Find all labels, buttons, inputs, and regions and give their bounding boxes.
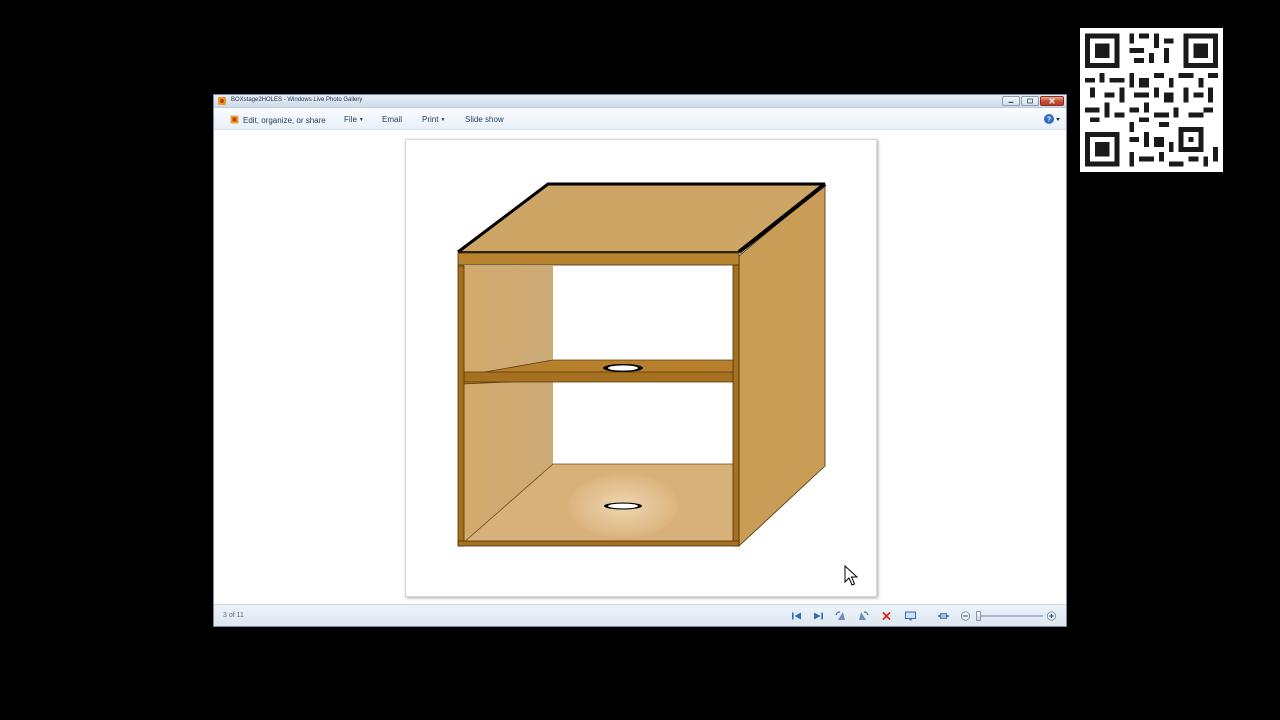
- file-menu[interactable]: File ▼: [344, 115, 364, 124]
- cabinet-top-front-edge: [457, 252, 740, 266]
- cabinet-bottom-edge: [457, 540, 740, 547]
- cabinet-left-edge: [457, 265, 465, 547]
- rotate-right-icon[interactable]: [857, 610, 870, 622]
- next-icon[interactable]: [812, 610, 825, 622]
- window-title: BOXstage2HOLES - Windows Live Photo Gall…: [231, 97, 363, 103]
- file-menu-label: File: [344, 115, 357, 124]
- shelf-hole: [608, 365, 638, 371]
- photo-frame: [405, 139, 877, 597]
- close-icon: [1049, 98, 1055, 104]
- slideshow-icon[interactable]: [904, 610, 917, 622]
- photo-gallery-icon: [218, 97, 226, 105]
- photo-counter: 3 of 11: [223, 612, 244, 619]
- email-button[interactable]: Email: [382, 115, 402, 124]
- mouse-pointer-icon: [844, 565, 858, 586]
- slideshow-label: Slide show: [465, 115, 504, 124]
- photo-gallery-window: BOXstage2HOLES - Windows Live Photo Gall…: [213, 94, 1067, 627]
- zoom-in-icon[interactable]: [1045, 610, 1058, 622]
- edit-organize-share-menu[interactable]: Edit, organize, or share: [230, 115, 326, 125]
- chevron-down-icon: ▼: [440, 117, 446, 123]
- print-menu[interactable]: Print ▼: [422, 115, 445, 124]
- edit-organize-share-label: Edit, organize, or share: [243, 116, 326, 125]
- cabinet-drawing: [457, 182, 827, 547]
- command-bar: Edit, organize, or share File ▼ Email Pri…: [214, 109, 1066, 130]
- title-bar[interactable]: BOXstage2HOLES - Windows Live Photo Gall…: [214, 95, 1066, 108]
- email-label: Email: [382, 115, 403, 124]
- delete-icon[interactable]: [880, 610, 893, 622]
- minimize-button[interactable]: [1002, 96, 1020, 106]
- bottom-hole: [608, 503, 638, 509]
- fit-to-window-icon[interactable]: [937, 610, 950, 622]
- zoom-slider-thumb[interactable]: [976, 611, 981, 621]
- close-button[interactable]: [1040, 96, 1064, 106]
- zoom-slider-track[interactable]: [977, 615, 1043, 617]
- cabinet-shelf-front: [461, 371, 736, 383]
- status-bar: 3 of 11: [214, 604, 1066, 626]
- restore-icon: [1027, 98, 1033, 104]
- print-menu-label: Print: [422, 115, 439, 124]
- chevron-down-icon: ▼: [358, 117, 364, 123]
- qr-code: [1080, 28, 1223, 172]
- previous-icon[interactable]: [790, 610, 803, 622]
- rotate-left-icon[interactable]: [834, 610, 847, 622]
- edit-share-icon: [230, 115, 239, 124]
- svg-text:?: ?: [1047, 117, 1051, 124]
- zoom-out-icon[interactable]: [959, 610, 972, 622]
- maximize-button[interactable]: [1021, 96, 1039, 106]
- cabinet-right-edge: [732, 255, 740, 547]
- photo-viewer[interactable]: [214, 131, 1066, 603]
- help-icon[interactable]: ?: [1043, 113, 1061, 125]
- minimize-icon: [1008, 101, 1014, 103]
- slideshow-button[interactable]: Slide show: [465, 115, 504, 124]
